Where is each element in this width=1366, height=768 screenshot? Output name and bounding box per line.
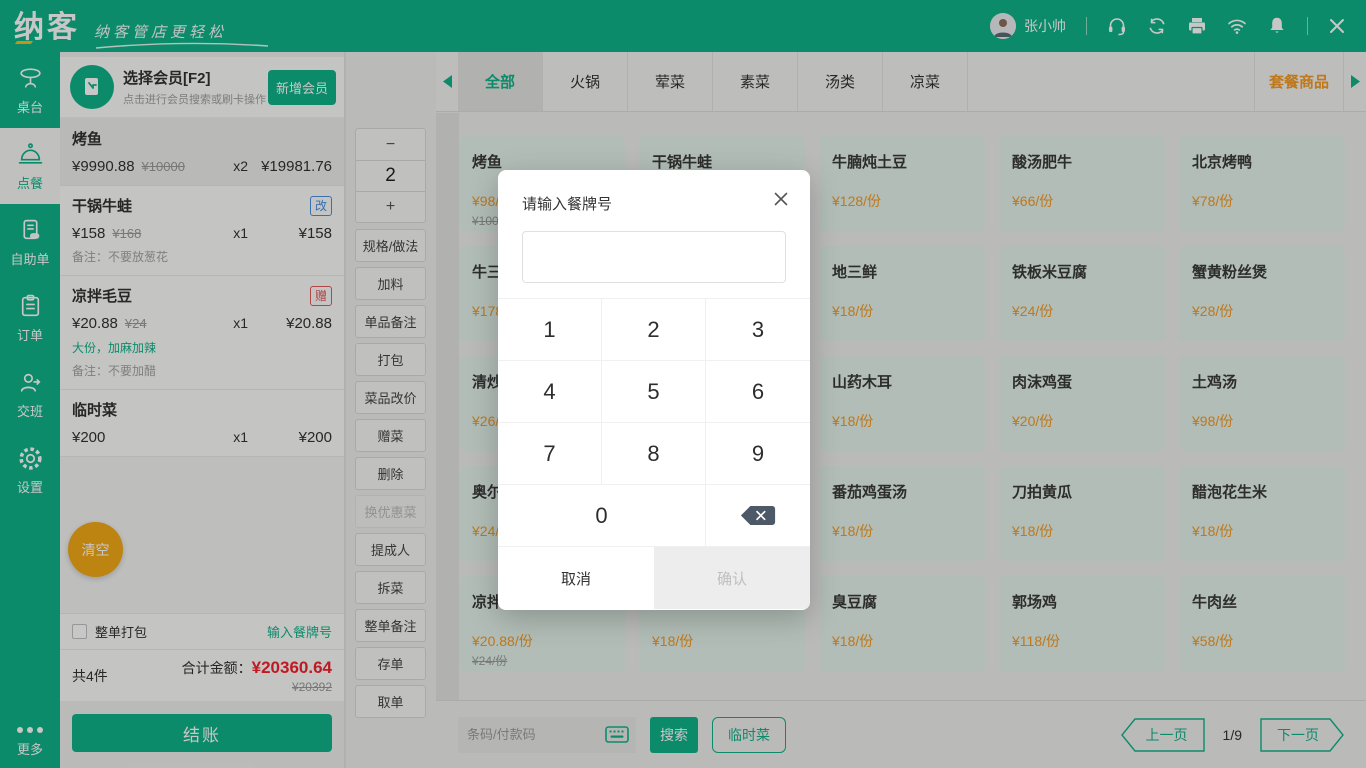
keypad-key-3[interactable]: 3 [706,299,810,361]
dialog-close-icon[interactable] [772,190,790,208]
table-number-input[interactable] [522,231,786,283]
dialog-title: 请输入餐牌号 [498,170,810,214]
backspace-icon [739,503,777,528]
keypad-key-7[interactable]: 7 [498,423,602,485]
keypad-key-1[interactable]: 1 [498,299,602,361]
keypad-key-9[interactable]: 9 [706,423,810,485]
keypad-key-8[interactable]: 8 [602,423,706,485]
dialog-footer: 取消 确认 [498,547,810,609]
pos-app: 纳客 纳客管店更轻松 张小帅 桌台 [0,0,1366,768]
keypad-key-0[interactable]: 0 [498,485,706,547]
keypad-key-2[interactable]: 2 [602,299,706,361]
keypad-key-5[interactable]: 5 [602,361,706,423]
cancel-button[interactable]: 取消 [498,547,654,609]
table-number-dialog: 请输入餐牌号 1 2 3 4 5 6 7 8 9 0 取消 确认 [498,170,810,610]
keypad-key-4[interactable]: 4 [498,361,602,423]
keypad-backspace-button[interactable] [706,485,810,547]
keypad-key-6[interactable]: 6 [706,361,810,423]
numeric-keypad: 1 2 3 4 5 6 7 8 9 0 [498,298,810,547]
confirm-button-disabled[interactable]: 确认 [654,547,810,609]
